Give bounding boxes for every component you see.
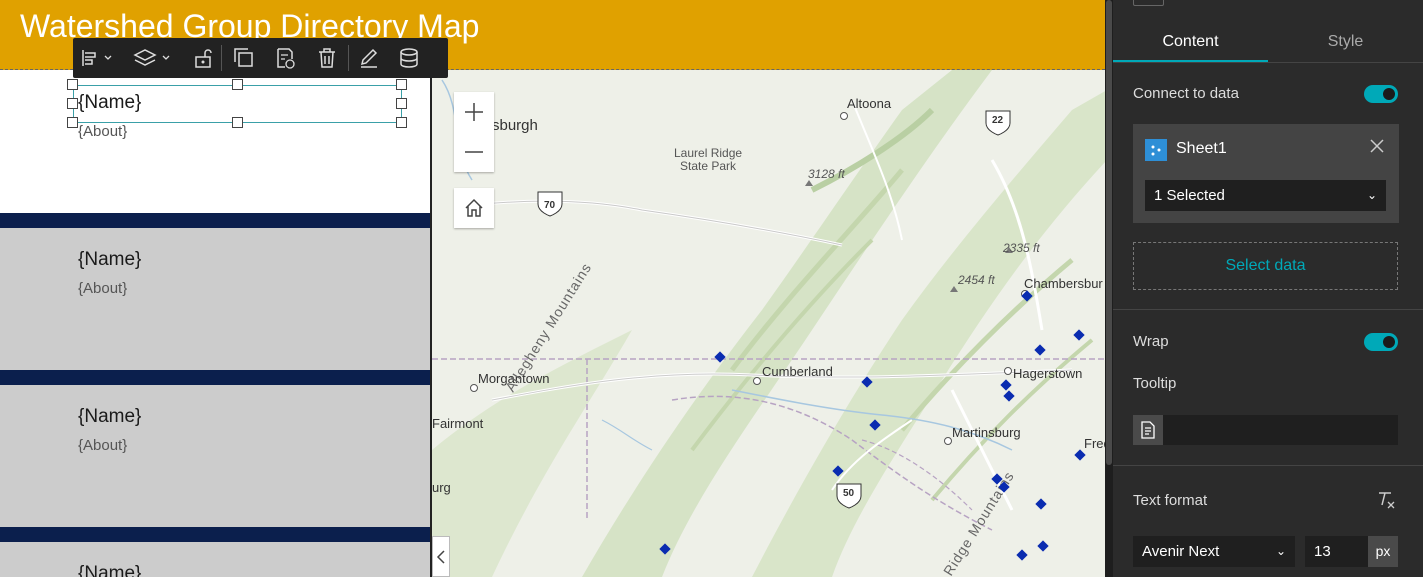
- plus-icon: [465, 103, 483, 121]
- map-marker: [1035, 498, 1047, 510]
- data-source-card: Sheet1 1 Selected ⌄: [1133, 124, 1399, 223]
- tooltip-edit-button[interactable]: [1133, 415, 1163, 445]
- map-marker: [1074, 449, 1086, 461]
- map-marker: [659, 543, 671, 555]
- data-source-name: Sheet1: [1176, 140, 1227, 157]
- text-format-label: Text format: [1133, 492, 1208, 509]
- map-widget[interactable]: Altoona sburgh Laurel Ridge State Park 3…: [430, 70, 1105, 577]
- connect-to-data-toggle[interactable]: [1364, 85, 1398, 103]
- wrap-label: Wrap: [1133, 333, 1169, 350]
- list-item-about[interactable]: {About}: [78, 280, 127, 297]
- sheet-icon: [1145, 139, 1167, 161]
- tab-content[interactable]: Content: [1113, 22, 1268, 62]
- minus-icon: [465, 151, 483, 153]
- remove-data-source-button[interactable]: [1369, 138, 1385, 159]
- resize-handle[interactable]: [396, 98, 407, 109]
- font-size-value[interactable]: 13: [1314, 536, 1331, 567]
- clear-format-icon: [1379, 492, 1395, 509]
- clear-format-button[interactable]: [1376, 490, 1396, 515]
- chevron-left-icon: [436, 549, 445, 564]
- tooltip-label: Tooltip: [1133, 375, 1177, 392]
- edit-template-button[interactable]: [264, 38, 306, 78]
- resize-handle[interactable]: [67, 117, 78, 128]
- map-marker: [1034, 344, 1046, 356]
- tab-style[interactable]: Style: [1268, 22, 1423, 62]
- map-marker: [832, 465, 844, 477]
- map-marker: [1021, 290, 1033, 302]
- map-marker: [714, 351, 726, 363]
- delete-button[interactable]: [306, 38, 348, 78]
- wrap-toggle[interactable]: [1364, 333, 1398, 351]
- list-item[interactable]: {Name}: [0, 542, 430, 577]
- resize-handle[interactable]: [232, 117, 243, 128]
- layer-order-button[interactable]: [121, 38, 185, 78]
- section-divider: [1113, 465, 1423, 466]
- font-family-select[interactable]: Avenir Next ⌄: [1133, 536, 1295, 567]
- pen-icon: [360, 48, 378, 68]
- resize-handle[interactable]: [396, 79, 407, 90]
- duplicate-button[interactable]: [222, 38, 264, 78]
- panel-tabs: Content Style: [1113, 22, 1423, 63]
- panel-top-control[interactable]: [1133, 0, 1164, 6]
- data-view-select[interactable]: 1 Selected ⌄: [1145, 180, 1386, 211]
- chevron-down-icon: ⌄: [1275, 544, 1286, 558]
- map-marker: [1073, 329, 1085, 341]
- resize-handle[interactable]: [396, 117, 407, 128]
- list-item-about[interactable]: {About}: [78, 123, 127, 140]
- map-marker: [991, 473, 1003, 485]
- font-size-input[interactable]: 13 px: [1305, 536, 1398, 567]
- home-button[interactable]: [454, 188, 494, 228]
- select-data-button[interactable]: Select data: [1133, 242, 1398, 290]
- list-widget[interactable]: {Name} {About} {Name} {About} {Name} {Ab…: [0, 70, 430, 577]
- list-item-about[interactable]: {About}: [78, 437, 127, 454]
- edit-template-icon: [277, 48, 295, 69]
- map-marker-layer: [659, 290, 1086, 561]
- resize-handle[interactable]: [67, 79, 78, 90]
- lock-button[interactable]: [185, 38, 221, 78]
- tooltip-input[interactable]: [1133, 415, 1398, 445]
- list-item-name[interactable]: {Name}: [78, 249, 141, 271]
- settings-panel: Content Style Connect to data Sheet1 1 S…: [1113, 0, 1423, 577]
- unlock-icon: [195, 49, 212, 68]
- zoom-out-button[interactable]: [454, 132, 494, 172]
- map-marker: [1003, 390, 1015, 402]
- database-icon: [400, 48, 418, 68]
- chevron-down-icon: ⌄: [1366, 188, 1377, 202]
- widget-toolbar: [73, 38, 448, 78]
- align-button[interactable]: [73, 38, 121, 78]
- data-view-value: 1 Selected: [1154, 187, 1225, 204]
- data-button[interactable]: [389, 38, 429, 78]
- duplicate-icon: [234, 48, 253, 67]
- list-item[interactable]: {Name} {About}: [0, 228, 430, 370]
- font-size-unit[interactable]: px: [1368, 536, 1398, 567]
- list-item-name[interactable]: {Name}: [78, 563, 141, 577]
- collapse-list-button[interactable]: [432, 536, 450, 577]
- builder-canvas: Watershed Group Directory Map {Name} {Ab…: [0, 0, 1105, 577]
- home-icon: [465, 198, 483, 217]
- document-icon: [1141, 421, 1155, 439]
- map-marker: [1000, 379, 1012, 391]
- align-icon: [82, 50, 112, 66]
- map-marker: [998, 481, 1010, 493]
- panel-scrollbar[interactable]: [1105, 0, 1113, 577]
- app-root: Watershed Group Directory Map {Name} {Ab…: [0, 0, 1423, 577]
- map-marker: [861, 376, 873, 388]
- resize-handle[interactable]: [232, 79, 243, 90]
- resize-handle[interactable]: [67, 98, 78, 109]
- scrollbar-thumb[interactable]: [1106, 0, 1112, 465]
- zoom-in-button[interactable]: [454, 92, 494, 132]
- font-family-value: Avenir Next: [1142, 543, 1220, 560]
- layers-icon: [133, 49, 170, 66]
- edit-text-button[interactable]: [349, 38, 389, 78]
- zoom-control: [454, 92, 494, 172]
- close-icon: [1370, 139, 1384, 153]
- map-marker: [1016, 549, 1028, 561]
- section-divider: [1113, 309, 1423, 310]
- connect-to-data-label: Connect to data: [1133, 85, 1239, 102]
- map-marker: [869, 419, 881, 431]
- list-item[interactable]: {Name} {About}: [0, 385, 430, 527]
- map-marker: [1037, 540, 1049, 552]
- delete-icon: [319, 48, 335, 68]
- list-item-name[interactable]: {Name}: [78, 406, 141, 428]
